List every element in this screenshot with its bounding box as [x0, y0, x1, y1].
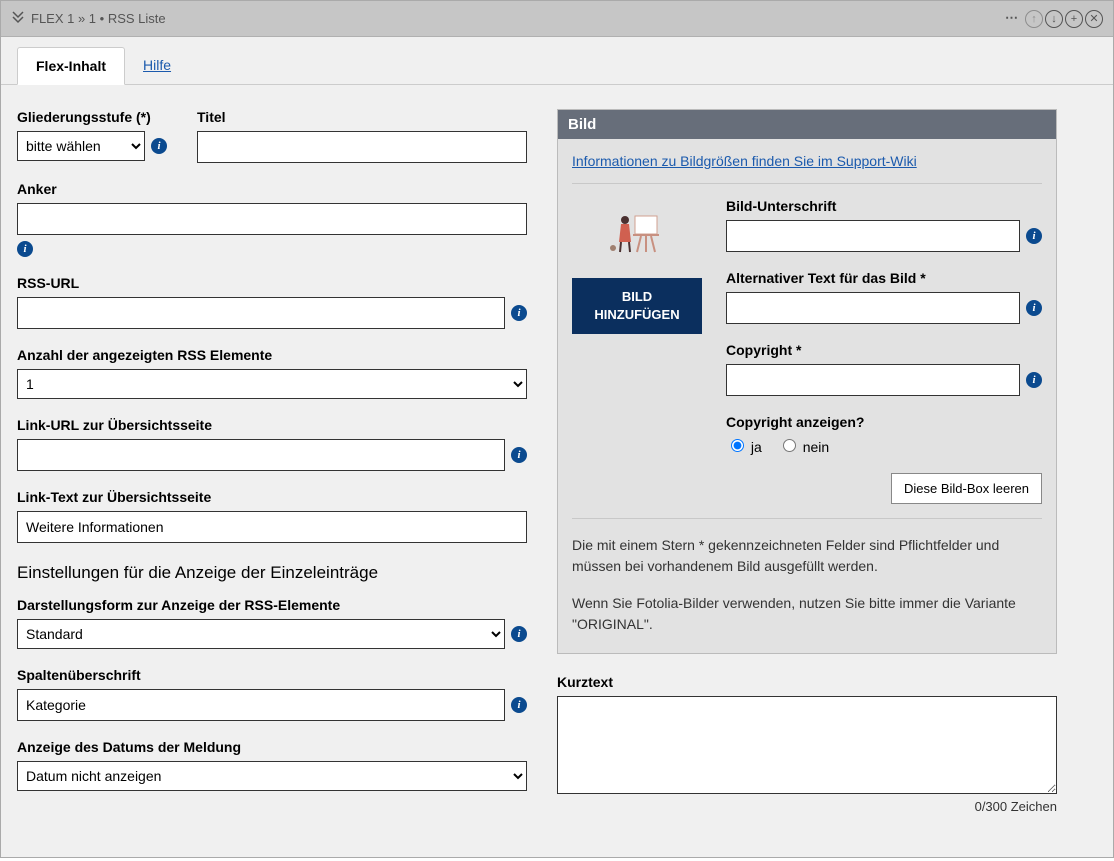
- editor-window: FLEX 1 » 1 • RSS Liste ⋯ ↑ ↓ + ✕ // simp…: [0, 0, 1114, 858]
- info-icon[interactable]: i: [511, 305, 527, 321]
- copyright-label: Copyright *: [726, 342, 1042, 358]
- linkurl-input[interactable]: [17, 439, 505, 471]
- info-icon[interactable]: i: [151, 138, 167, 154]
- info-icon[interactable]: i: [511, 626, 527, 642]
- anker-input[interactable]: [17, 203, 527, 235]
- caption-input[interactable]: [726, 220, 1020, 252]
- tab-hilfe[interactable]: Hilfe: [125, 47, 189, 84]
- gliederungsstufe-label: Gliederungsstufe (*): [17, 109, 167, 125]
- close-icon[interactable]: ✕: [1085, 10, 1103, 28]
- alt-label: Alternativer Text für das Bild *: [726, 270, 1042, 286]
- radio-no[interactable]: [783, 439, 796, 452]
- section-heading: Einstellungen für die Anzeige der Einzel…: [17, 563, 527, 583]
- add-image-button[interactable]: BILD HINZUFÜGEN: [572, 278, 702, 334]
- collapse-icon[interactable]: [11, 10, 25, 27]
- radio-no-label: nein: [803, 439, 829, 455]
- radio-yes[interactable]: [731, 439, 744, 452]
- image-placeholder-icon: [607, 208, 667, 258]
- info-icon[interactable]: i: [511, 697, 527, 713]
- kurztext-label: Kurztext: [557, 674, 1057, 690]
- copyright-input[interactable]: [726, 364, 1020, 396]
- linkurl-label: Link-URL zur Übersichtsseite: [17, 417, 527, 433]
- panel-title: Bild: [558, 110, 1056, 139]
- info-icon[interactable]: i: [1026, 300, 1042, 316]
- alt-input[interactable]: [726, 292, 1020, 324]
- clear-image-button[interactable]: Diese Bild-Box leeren: [891, 473, 1042, 504]
- info-icon[interactable]: i: [1026, 228, 1042, 244]
- rssurl-label: RSS-URL: [17, 275, 527, 291]
- more-icon[interactable]: ⋯: [1005, 10, 1023, 28]
- help-text-1: Die mit einem Stern * gekennzeichneten F…: [572, 535, 1042, 577]
- titlebar-text: FLEX 1 » 1 • RSS Liste: [31, 11, 166, 26]
- darstellung-select[interactable]: Standard: [17, 619, 505, 649]
- kurztext-textarea[interactable]: [557, 696, 1057, 794]
- tabs: Flex-Inhalt Hilfe: [1, 37, 1113, 85]
- tab-flex-inhalt[interactable]: Flex-Inhalt: [17, 47, 125, 85]
- show-copyright-label: Copyright anzeigen?: [726, 414, 1042, 430]
- down-icon[interactable]: ↓: [1045, 10, 1063, 28]
- info-icon[interactable]: i: [511, 447, 527, 463]
- support-wiki-link[interactable]: Informationen zu Bildgrößen finden Sie i…: [572, 153, 917, 169]
- spalte-input[interactable]: [17, 689, 505, 721]
- titel-label: Titel: [197, 109, 527, 125]
- spalte-label: Spaltenüberschrift: [17, 667, 527, 683]
- rssurl-input[interactable]: [17, 297, 505, 329]
- radio-yes-label: ja: [751, 439, 762, 455]
- anzahl-select[interactable]: 1: [17, 369, 527, 399]
- char-count: 0/300 Zeichen: [557, 799, 1057, 814]
- help-text-2: Wenn Sie Fotolia-Bilder verwenden, nutze…: [572, 593, 1042, 635]
- gliederungsstufe-select[interactable]: bitte wählen: [17, 131, 145, 161]
- titlebar: FLEX 1 » 1 • RSS Liste ⋯ ↑ ↓ + ✕: [1, 1, 1113, 37]
- datum-select[interactable]: Datum nicht anzeigen: [17, 761, 527, 791]
- linktext-label: Link-Text zur Übersichtsseite: [17, 489, 527, 505]
- up-icon[interactable]: ↑: [1025, 10, 1043, 28]
- info-icon[interactable]: i: [17, 241, 33, 257]
- bild-panel: Bild Informationen zu Bildgrößen finden …: [557, 109, 1057, 654]
- linktext-input[interactable]: [17, 511, 527, 543]
- darstellung-label: Darstellungsform zur Anzeige der RSS-Ele…: [17, 597, 527, 613]
- caption-label: Bild-Unterschrift: [726, 198, 1042, 214]
- add-icon[interactable]: +: [1065, 10, 1083, 28]
- titel-input[interactable]: [197, 131, 527, 163]
- anzahl-label: Anzahl der angezeigten RSS Elemente: [17, 347, 527, 363]
- info-icon[interactable]: i: [1026, 372, 1042, 388]
- datum-label: Anzeige des Datums der Meldung: [17, 739, 527, 755]
- anker-label: Anker: [17, 181, 527, 197]
